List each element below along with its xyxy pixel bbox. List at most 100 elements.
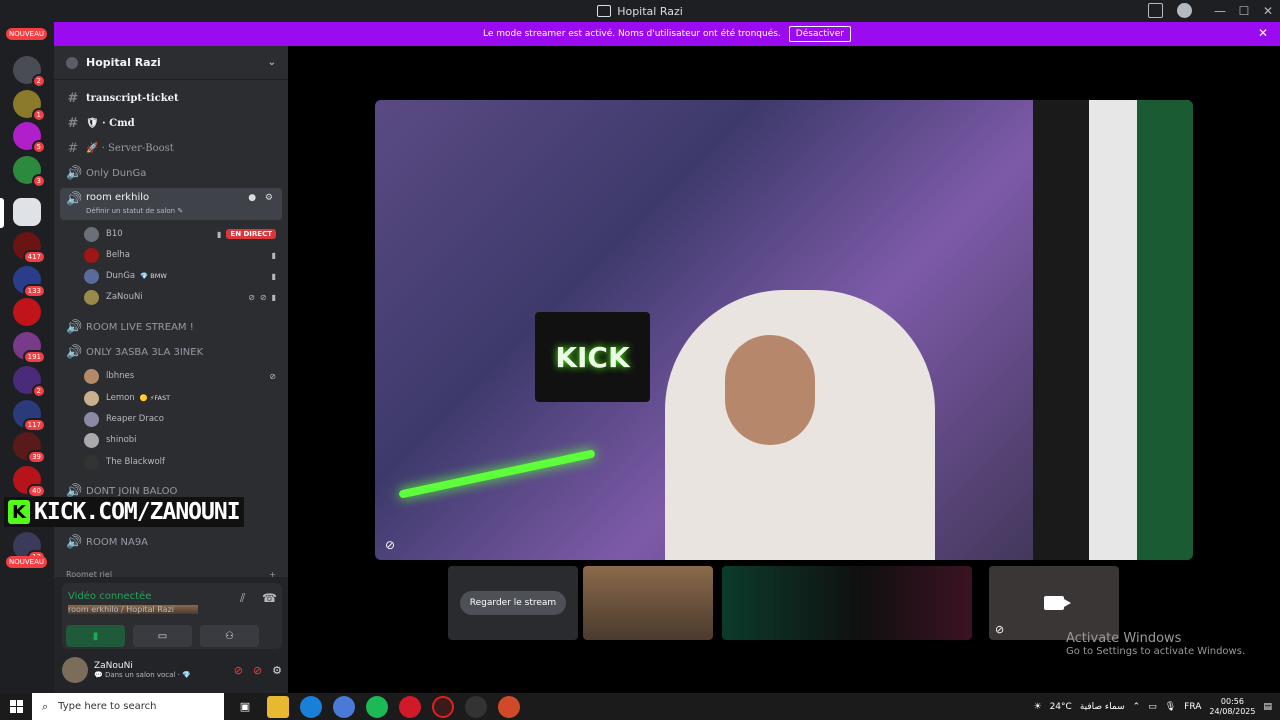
neon-light — [398, 449, 596, 499]
channel-cmd[interactable]: # 🛡 · Cmd — [60, 112, 282, 134]
guild-header[interactable]: Hopital Razi ⌄ — [54, 46, 288, 80]
badge: 133 — [22, 284, 46, 298]
voice-user[interactable]: Belha ▮ — [84, 245, 282, 265]
avatar — [84, 268, 99, 284]
channel-label: ONLY 3ASBA 3LA 3INEK — [86, 346, 204, 358]
server-icon[interactable]: 3 — [13, 156, 46, 188]
server-icon[interactable]: 40 — [13, 466, 46, 498]
voice-user[interactable]: DunGa 💎 BMW ▮ — [84, 266, 282, 286]
user-tag: 💎 BMW — [140, 272, 167, 280]
clock[interactable]: 00:56 24/08/2025 — [1209, 697, 1255, 717]
activate-title: Activate Windows — [1066, 631, 1182, 646]
kick-url: KICK.COM/ZANOUNI — [34, 499, 241, 525]
screen-share-button[interactable]: ▭ — [133, 625, 192, 647]
server-icon[interactable]: 1 — [13, 90, 46, 122]
disable-streamer-button[interactable]: Désactiver — [788, 26, 851, 42]
voice-user[interactable]: B10 ▮ EN DIRECT — [84, 224, 282, 244]
opera-icon[interactable] — [432, 695, 454, 718]
kick-logo-icon: K — [8, 500, 30, 524]
server-icon[interactable]: 133 — [13, 266, 46, 298]
edge-icon[interactable] — [300, 695, 322, 718]
app-icon[interactable] — [399, 695, 421, 718]
main-stream-video[interactable]: KICK ⊘ — [375, 100, 1193, 560]
voice-user[interactable]: ZaNouNi ⊘ ⊘ ▮ — [84, 287, 282, 307]
camera-icon — [1044, 596, 1071, 610]
badge: 191 — [22, 350, 46, 364]
server-icon-active[interactable] — [13, 198, 41, 226]
speaker-icon: 🔊 — [66, 344, 83, 360]
server-icon[interactable]: 39 — [13, 432, 46, 464]
network-icon[interactable]: ▭ — [1148, 702, 1157, 712]
noise-suppression-icon[interactable]: ⫽ — [240, 591, 245, 606]
muted-mic-icon: ⊘ — [248, 292, 255, 302]
disconnect-icon[interactable]: ☎ — [262, 591, 277, 605]
badge: 417 — [22, 250, 46, 264]
task-view-icon[interactable]: ▣ — [234, 696, 256, 718]
mic-icon[interactable]: 🎙 — [1165, 702, 1176, 712]
start-button[interactable] — [0, 693, 32, 720]
connection-location[interactable]: room erkhilo / Hopital Razi — [68, 605, 198, 614]
activate-windows-watermark: Activate Windows Go to Settings to activ… — [1066, 631, 1245, 657]
settings-gear-icon[interactable]: ⚙ — [272, 664, 282, 677]
server-icon[interactable]: 117 — [13, 400, 46, 432]
banner-close-icon[interactable]: ✕ — [1258, 26, 1268, 40]
notification-icon[interactable]: ▤ — [1263, 702, 1272, 712]
voice-user[interactable]: The Blackwolf — [84, 452, 282, 472]
camera-icon: ▮ — [271, 292, 276, 302]
video-tile[interactable] — [583, 566, 713, 640]
deafen-icon[interactable]: ⊘ — [253, 664, 262, 677]
channel-tools[interactable]: ● ⚙ — [248, 193, 276, 203]
voice-user[interactable]: shinobi — [84, 430, 282, 450]
voice-channel-only-dunga[interactable]: 🔊 Only DunGa — [60, 162, 282, 184]
user-tag: 🟡 ⚡FAST — [139, 394, 171, 402]
voice-channel-only-3asba[interactable]: 🔊 ONLY 3ASBA 3LA 3INEK — [60, 341, 282, 363]
temperature[interactable]: 24°C — [1050, 702, 1072, 712]
streamer-head — [725, 335, 815, 445]
file-explorer-icon[interactable] — [267, 695, 289, 718]
avatar — [84, 390, 99, 406]
voice-user[interactable]: Lemon 🟡 ⚡FAST — [84, 388, 282, 408]
camera-button[interactable]: ▮ — [66, 625, 125, 647]
chevron-up-icon[interactable]: ⌃ — [1133, 702, 1141, 712]
badge: 39 — [27, 450, 46, 464]
spotify-icon[interactable] — [366, 695, 388, 718]
avatar[interactable] — [62, 657, 88, 683]
user-name: lbhnes — [106, 371, 135, 381]
channel-status[interactable]: Définir un statut de salon ✎ — [86, 207, 183, 215]
video-tile[interactable] — [722, 566, 972, 640]
camera-off-tile[interactable]: ⊘ — [989, 566, 1119, 640]
voice-channel-room-na9a[interactable]: 🔊 ROOM NA9A — [60, 531, 282, 553]
watch-stream-button[interactable]: Regarder le stream — [459, 591, 567, 615]
channel-label: room erkhilo — [86, 192, 150, 203]
stream-tile[interactable]: Regarder le stream — [448, 566, 578, 640]
steam-icon[interactable] — [465, 695, 487, 718]
voice-channel-room-live-stream[interactable]: 🔊 ROOM LIVE STREAM ! — [60, 316, 282, 338]
taskbar-search[interactable]: ⌕ Type here to search — [32, 693, 224, 720]
kick-sign: KICK — [535, 312, 650, 402]
close-button[interactable]: ✕ — [1256, 4, 1280, 18]
chrome-icon[interactable] — [333, 695, 355, 718]
minimize-button[interactable]: — — [1208, 4, 1232, 18]
server-icon[interactable]: 2 — [13, 366, 46, 398]
maximize-button[interactable]: ☐ — [1232, 4, 1256, 18]
help-icon[interactable] — [1177, 3, 1192, 18]
activity-button[interactable]: ⚇ — [200, 625, 259, 647]
weather-icon[interactable]: ☀ — [1034, 702, 1042, 712]
chrome-icon[interactable] — [498, 695, 520, 718]
language[interactable]: FRA — [1184, 702, 1201, 712]
voice-user[interactable]: lbhnes ⊘ — [84, 366, 282, 386]
server-icon[interactable]: 191 — [13, 332, 46, 364]
weather-desc[interactable]: سماء صافية — [1080, 702, 1125, 712]
channel-label: transcript-ticket — [86, 92, 179, 104]
mute-mic-icon[interactable]: ⊘ — [234, 664, 243, 677]
server-icon[interactable]: 5 — [13, 122, 46, 154]
server-icon[interactable]: 2 — [13, 56, 46, 88]
server-icon[interactable]: 417 — [13, 232, 46, 264]
voice-user[interactable]: Reaper Draco — [84, 409, 282, 429]
channel-transcript-ticket[interactable]: # transcript-ticket — [60, 87, 282, 109]
channel-server-boost[interactable]: # 🚀 · Server-Boost — [60, 137, 282, 159]
voice-channel-room-erkhilo[interactable]: 🔊 room erkhilo Définir un statut de salo… — [60, 188, 282, 220]
server-icon[interactable] — [13, 298, 41, 326]
camera-icon: ▮ — [217, 229, 222, 239]
inbox-icon[interactable] — [1148, 3, 1163, 18]
